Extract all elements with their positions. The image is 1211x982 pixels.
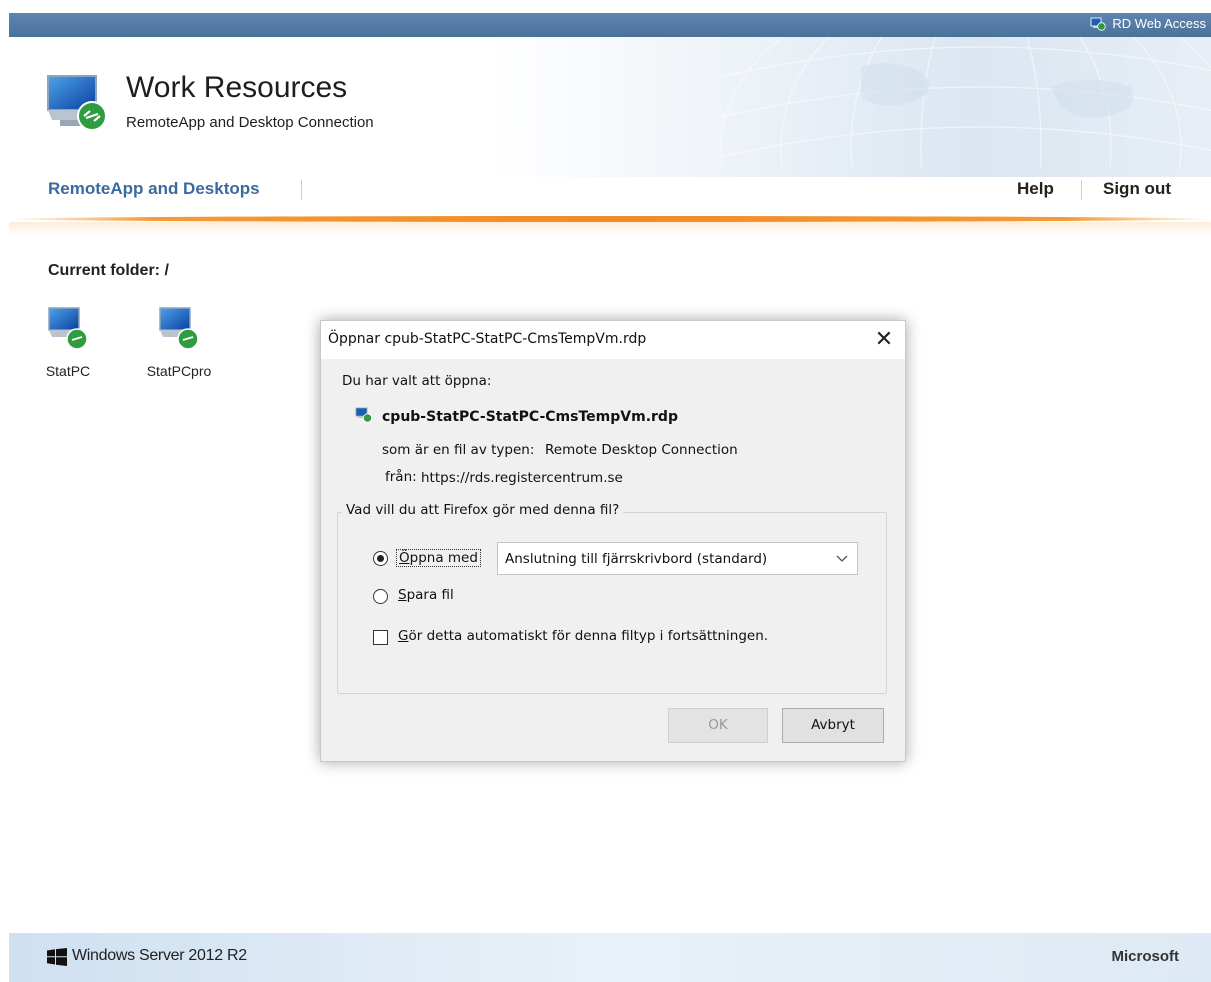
action-question: Vad vill du att Firefox gör med denna fi… [342, 502, 624, 518]
globe-graphic [720, 37, 1211, 167]
dialog-file-name: cpub-StatPC-StatPC-CmsTempVm.rdp [382, 409, 678, 425]
page-title: Work Resources [126, 71, 348, 104]
open-with-radio[interactable] [373, 551, 388, 566]
file-type-value: Remote Desktop Connection [545, 442, 738, 458]
close-icon[interactable]: ✕ [869, 325, 899, 355]
open-with-label[interactable]: Öppna med [396, 549, 481, 567]
chevron-down-icon [836, 555, 848, 562]
nav-divider [1081, 180, 1082, 200]
auto-action-checkbox[interactable] [373, 630, 388, 645]
file-source-label: från: [385, 469, 417, 485]
nav-help-link[interactable]: Help [1017, 179, 1054, 199]
open-with-app-value: Anslutning till fjärrskrivbord (standard… [505, 551, 768, 567]
resource-label: StatPC [45, 363, 91, 379]
remote-desktop-icon [159, 307, 199, 350]
dialog-titlebar[interactable]: Öppnar cpub-StatPC-StatPC-CmsTempVm.rdp … [321, 321, 905, 359]
remote-desktop-icon [48, 307, 88, 350]
nav-sign-out-link[interactable]: Sign out [1103, 179, 1171, 199]
header-banner: Work Resources RemoteApp and Desktop Con… [9, 37, 1211, 177]
resource-statpcpro[interactable]: StatPCpro [139, 305, 219, 379]
nav-remoteapp-desktops[interactable]: RemoteApp and Desktops [48, 179, 260, 199]
action-groupbox [337, 512, 887, 694]
current-folder-label: Current folder: / [48, 262, 169, 279]
top-bar: RD Web Access [9, 13, 1211, 37]
nav-bar: RemoteApp and Desktops Help Sign out [9, 170, 1211, 210]
footer: Windows Server 2012 R2 Microsoft [9, 933, 1211, 982]
cancel-button[interactable]: Avbryt [782, 708, 884, 743]
windows-logo-icon [47, 948, 67, 966]
open-file-dialog: Öppnar cpub-StatPC-StatPC-CmsTempVm.rdp … [320, 320, 906, 762]
footer-microsoft: Microsoft [1111, 948, 1180, 965]
dialog-title: Öppnar cpub-StatPC-StatPC-CmsTempVm.rdp [328, 331, 647, 347]
resource-statpc[interactable]: StatPC [28, 305, 108, 379]
rd-web-access-icon [1090, 17, 1107, 31]
nav-divider [301, 180, 302, 200]
page-subtitle: RemoteApp and Desktop Connection [126, 114, 374, 131]
rd-web-access-text: RD Web Access [1112, 16, 1206, 31]
auto-action-label[interactable]: Gör detta automatiskt för denna filtyp i… [398, 628, 768, 644]
rdp-file-icon [355, 407, 373, 423]
resource-label: StatPCpro [146, 363, 212, 379]
ok-button[interactable]: OK [668, 708, 768, 743]
file-type-label: som är en fil av typen: [382, 442, 535, 458]
open-with-app-select[interactable]: Anslutning till fjärrskrivbord (standard… [497, 542, 858, 575]
file-source-value: https://rds.registercentrum.se [421, 470, 623, 486]
footer-product-name: Windows Server 2012 R2 [72, 947, 247, 964]
save-file-label[interactable]: Spara fil [398, 587, 454, 603]
dialog-intro-text: Du har valt att öppna: [342, 373, 492, 389]
save-file-radio[interactable] [373, 589, 388, 604]
accent-divider-shadow [9, 222, 1211, 236]
rd-web-access-label: RD Web Access [1090, 16, 1206, 31]
work-resources-icon [47, 75, 107, 131]
